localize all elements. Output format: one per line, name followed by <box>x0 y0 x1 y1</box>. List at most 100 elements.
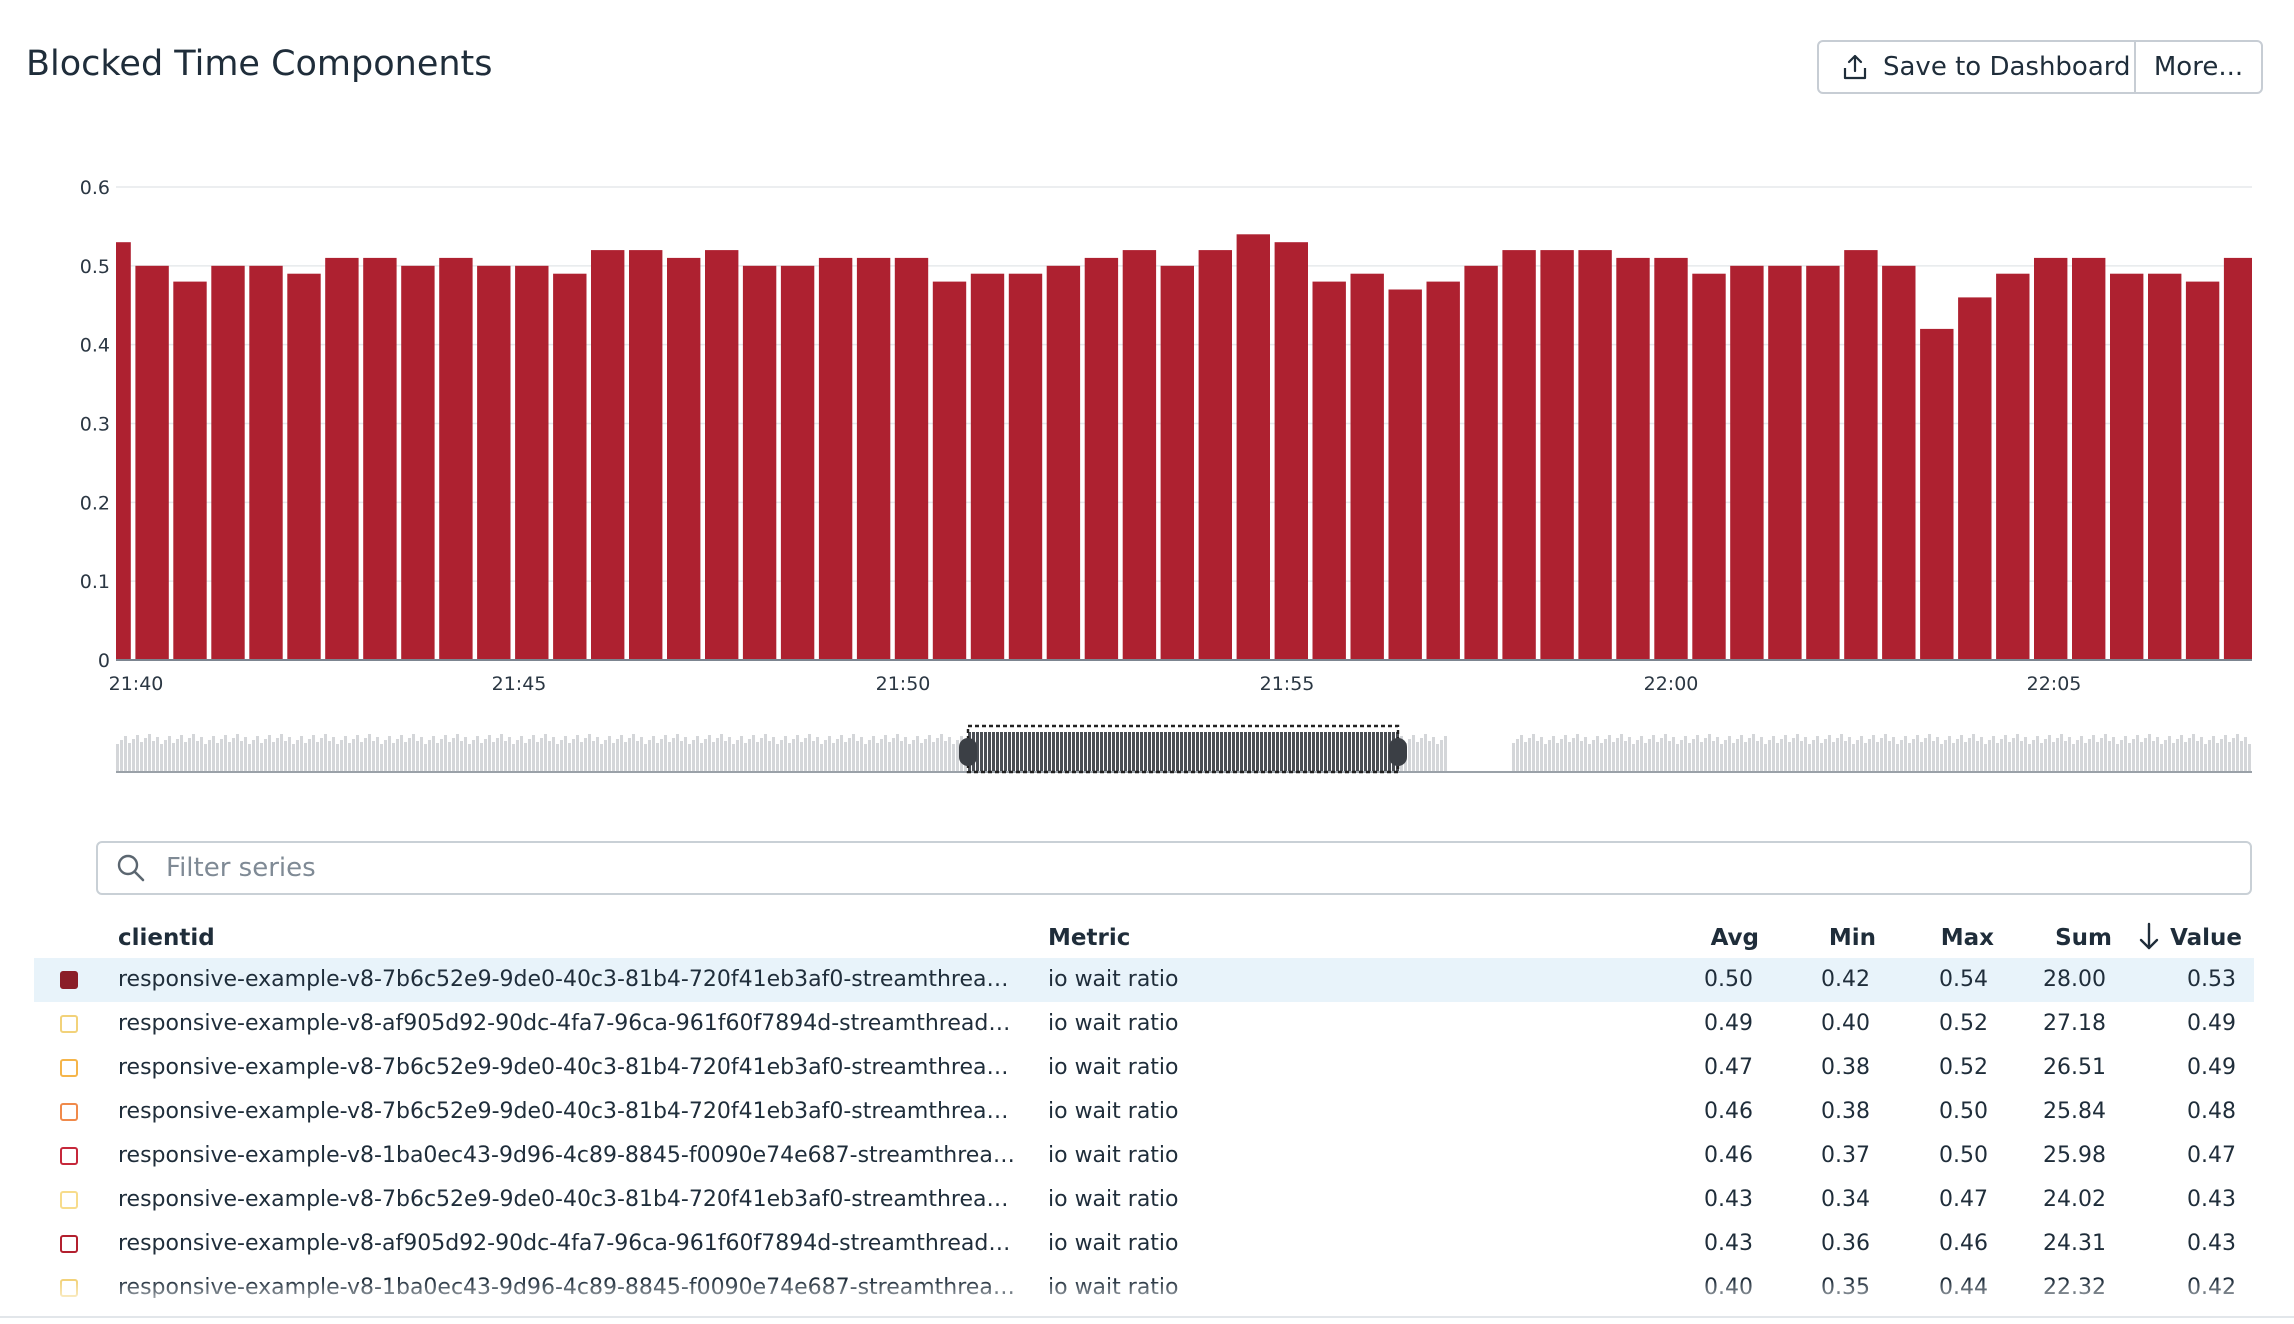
series-color-swatch[interactable] <box>60 1235 78 1253</box>
series-color-swatch[interactable] <box>60 1103 78 1121</box>
series-color-swatch[interactable] <box>60 1147 78 1165</box>
series-color-swatch[interactable] <box>60 1059 78 1077</box>
bar[interactable] <box>553 273 587 660</box>
minimap-bar <box>184 742 187 772</box>
bar[interactable] <box>1730 265 1764 660</box>
bar[interactable] <box>1502 250 1536 660</box>
bar[interactable] <box>1426 281 1460 660</box>
bar[interactable] <box>1806 265 1840 660</box>
bar[interactable] <box>856 257 891 660</box>
bar[interactable] <box>2185 281 2220 660</box>
chart-bars[interactable] <box>116 234 2252 661</box>
bar[interactable] <box>135 265 169 660</box>
minimap-bar <box>800 742 803 772</box>
series-color-swatch[interactable] <box>60 971 78 989</box>
bar[interactable] <box>1274 242 1308 660</box>
bar[interactable] <box>1920 328 1954 660</box>
bar[interactable] <box>894 257 929 660</box>
header-value[interactable]: Value <box>2170 925 2242 951</box>
bar[interactable] <box>477 265 511 660</box>
bar[interactable] <box>1122 250 1157 660</box>
bar[interactable] <box>116 242 131 660</box>
bar[interactable] <box>1198 250 1232 660</box>
table-row[interactable]: responsive-example-v8-7b6c52e9-9de0-40c3… <box>34 958 2254 1002</box>
bar[interactable] <box>515 265 549 660</box>
bar[interactable] <box>1540 250 1574 660</box>
bar-chart[interactable]: 0 0.1 0.2 0.3 0.4 0.5 0.6 21:40 21:45 21:50 21:55… <box>0 160 2294 780</box>
header-min[interactable]: Min <box>1829 925 1876 951</box>
table-row[interactable]: responsive-example-v8-7b6c52e9-9de0-40c3… <box>34 1178 2254 1222</box>
bar[interactable] <box>173 281 207 660</box>
bar[interactable] <box>667 257 701 660</box>
bar[interactable] <box>1882 265 1916 660</box>
y-tick-label: 0.5 <box>80 256 110 278</box>
minimap-bar <box>232 738 235 772</box>
more-button[interactable]: More... <box>2136 42 2261 92</box>
bar[interactable] <box>1616 257 1650 660</box>
save-to-dashboard-button[interactable]: Save to Dashboard <box>1819 42 2136 92</box>
bar[interactable] <box>629 250 663 660</box>
minimap-bar <box>1344 732 1347 772</box>
bar[interactable] <box>1160 265 1194 660</box>
table-row[interactable]: responsive-example-v8-af905d92-90dc-4fa7… <box>34 1222 2254 1266</box>
bar[interactable] <box>1046 265 1081 660</box>
bar[interactable] <box>439 257 473 660</box>
bar[interactable] <box>970 273 1005 660</box>
bar[interactable] <box>780 265 815 660</box>
bar[interactable] <box>1692 273 1726 660</box>
minimap-bar <box>1916 735 1919 772</box>
header-sum[interactable]: Sum <box>2055 925 2112 951</box>
bar[interactable] <box>1578 250 1612 660</box>
bar[interactable] <box>1464 265 1498 660</box>
bar[interactable] <box>1768 265 1802 660</box>
bar[interactable] <box>2072 257 2106 660</box>
bar[interactable] <box>2034 257 2068 660</box>
bar[interactable] <box>249 265 283 660</box>
bar[interactable] <box>1236 234 1270 661</box>
minimap-bar <box>248 744 251 772</box>
bar[interactable] <box>1350 273 1384 660</box>
table-row[interactable]: responsive-example-v8-7b6c52e9-9de0-40c3… <box>34 1090 2254 1134</box>
bar[interactable] <box>211 265 245 660</box>
bar[interactable] <box>818 257 853 660</box>
time-range-navigator[interactable] <box>116 724 2252 774</box>
series-color-swatch[interactable] <box>60 1015 78 1033</box>
minimap-bar <box>1528 738 1531 772</box>
bar[interactable] <box>287 273 321 660</box>
range-handle-left[interactable] <box>959 738 977 766</box>
filter-series-search[interactable] <box>96 841 2252 895</box>
header-metric[interactable]: Metric <box>1048 925 1130 951</box>
minimap-bar <box>456 734 459 772</box>
bar[interactable] <box>2223 257 2252 660</box>
minimap-bar <box>2012 738 2015 772</box>
range-handle-right[interactable] <box>1389 738 1407 766</box>
bar[interactable] <box>1654 257 1688 660</box>
bar[interactable] <box>1312 281 1346 660</box>
header-max[interactable]: Max <box>1941 925 1994 951</box>
bar[interactable] <box>2110 273 2144 660</box>
bar[interactable] <box>1388 289 1422 661</box>
arrow-down-icon[interactable] <box>2137 921 2161 953</box>
bar[interactable] <box>591 250 625 660</box>
bar[interactable] <box>401 265 435 660</box>
bar[interactable] <box>363 257 397 660</box>
bar[interactable] <box>1996 273 2030 660</box>
bar[interactable] <box>1008 273 1043 660</box>
bar[interactable] <box>2148 273 2182 660</box>
series-color-swatch[interactable] <box>60 1191 78 1209</box>
bar[interactable] <box>932 281 967 660</box>
table-row[interactable]: responsive-example-v8-1ba0ec43-9d96-4c89… <box>34 1134 2254 1178</box>
bar[interactable] <box>1084 257 1119 660</box>
table-row[interactable]: responsive-example-v8-af905d92-90dc-4fa7… <box>34 1002 2254 1046</box>
minimap-bar <box>936 738 939 772</box>
filter-series-input[interactable] <box>164 852 2250 884</box>
bar[interactable] <box>1844 250 1878 660</box>
bar[interactable] <box>742 265 777 660</box>
bar[interactable] <box>325 257 359 660</box>
header-avg[interactable]: Avg <box>1711 925 1759 951</box>
minimap-bar <box>1440 740 1443 772</box>
table-row[interactable]: responsive-example-v8-7b6c52e9-9de0-40c3… <box>34 1046 2254 1090</box>
header-clientid[interactable]: clientid <box>118 925 215 951</box>
bar[interactable] <box>1958 297 1992 660</box>
bar[interactable] <box>705 250 739 660</box>
